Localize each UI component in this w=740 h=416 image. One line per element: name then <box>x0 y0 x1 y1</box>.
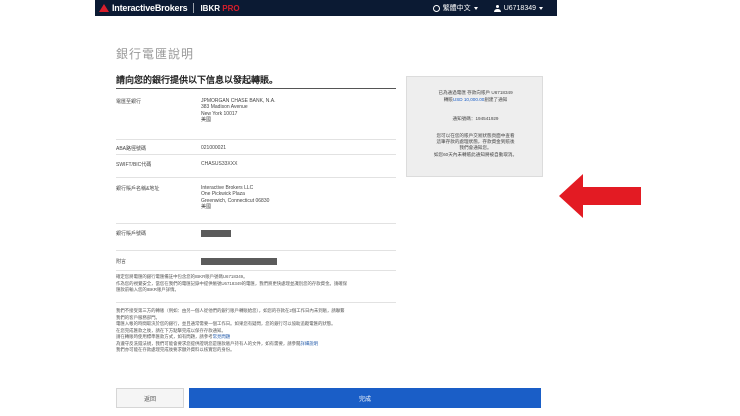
ibkr-logo[interactable]: InteractiveBrokers IBKR PRO <box>99 2 240 14</box>
bank-address[interactable]: JPMORGAN CHASE BANK, N.A. 383 Madison Av… <box>201 98 275 124</box>
chevron-down-icon <box>539 6 543 10</box>
language-selector[interactable]: 繁體中文 <box>432 3 478 13</box>
beneficiary-address[interactable]: Interactive Brokers LLC One Pickwick Pla… <box>201 185 269 211</box>
globe-icon <box>432 4 440 12</box>
faq-link[interactable]: 常見問題 <box>213 334 231 339</box>
ib-logo-icon <box>99 3 109 13</box>
bank-label: 電匯至銀行 <box>116 99 142 105</box>
page-title: 銀行電匯說明 <box>116 47 195 61</box>
detail-row-bank: 電匯至銀行 JPMORGAN CHASE BANK, N.A. 383 Madi… <box>116 98 396 134</box>
swift-value[interactable]: CHASUS33XXX <box>201 161 237 167</box>
notice-number: 通知號碼：194541929 <box>452 116 499 121</box>
done-button[interactable]: 完成 <box>189 388 541 408</box>
back-button[interactable]: 返回 <box>116 388 184 408</box>
account-label: 銀行賬戶號碼 <box>116 231 147 237</box>
language-label: 繁體中文 <box>442 5 471 12</box>
instructions-heading: 請向您的銀行提供以下信息以發起轉賬。 <box>116 75 279 85</box>
user-icon <box>493 4 501 12</box>
row-divider <box>116 270 396 271</box>
details-link[interactable]: 詳細說明 <box>300 341 318 346</box>
row-divider <box>116 154 396 155</box>
notification-body: 您可以在您的賬戶交易狀態頁面中查看 這筆存款的處理狀態，存款資金到賬後 我們會通… <box>433 133 518 157</box>
notification-amount-line: 轉賬USD 10,000.00創建了通知 <box>443 97 508 102</box>
username-label: U6718349 <box>503 4 536 12</box>
memo-redacted <box>201 258 277 267</box>
account-reference-note: 確定您將電匯的銀行電匯備註中包含您的IBKR賬戶號碼U6718349。 作為您的… <box>116 274 348 292</box>
transfer-rules-note: 我們不接受第三方的轉賬（例如：由另一個人從他們的銀行賬戶轉賬給您），如您的存款在… <box>116 308 345 352</box>
row-divider <box>116 223 396 224</box>
red-arrow-annotation-icon <box>559 174 641 218</box>
detail-row-beneficiary: 銀行賬戶名稱&地址 Interactive Brokers LLC One Pi… <box>116 185 396 221</box>
brand-name: InteractiveBrokers <box>112 3 188 13</box>
product-name: IBKR PRO <box>200 3 240 13</box>
row-divider <box>116 250 396 251</box>
notes-divider <box>116 302 396 303</box>
row-divider <box>116 177 396 178</box>
top-nav-bar: InteractiveBrokers IBKR PRO 繁體中文 U671834… <box>95 0 557 16</box>
user-menu[interactable]: U6718349 <box>493 4 543 12</box>
deposit-notification-card: 已為通過電匯 存款向賬戶 U6718349 轉賬USD 10,000.00創建了… <box>406 76 543 177</box>
beneficiary-label: 銀行賬戶名稱&地址 <box>116 186 160 192</box>
aba-value[interactable]: 021000021 <box>201 145 226 151</box>
row-divider <box>116 139 396 140</box>
memo-label: 附言 <box>116 259 127 265</box>
notification-title: 已為通過電匯 存款向賬戶 U6718349 <box>438 90 513 95</box>
aba-label: ABA路徑號碼 <box>116 146 147 152</box>
swift-label: SWIFT/BIC代碼 <box>116 162 152 168</box>
chevron-down-icon <box>473 6 478 10</box>
logo-divider <box>193 3 195 13</box>
account-number-redacted <box>201 230 231 239</box>
heading-divider <box>116 88 396 89</box>
